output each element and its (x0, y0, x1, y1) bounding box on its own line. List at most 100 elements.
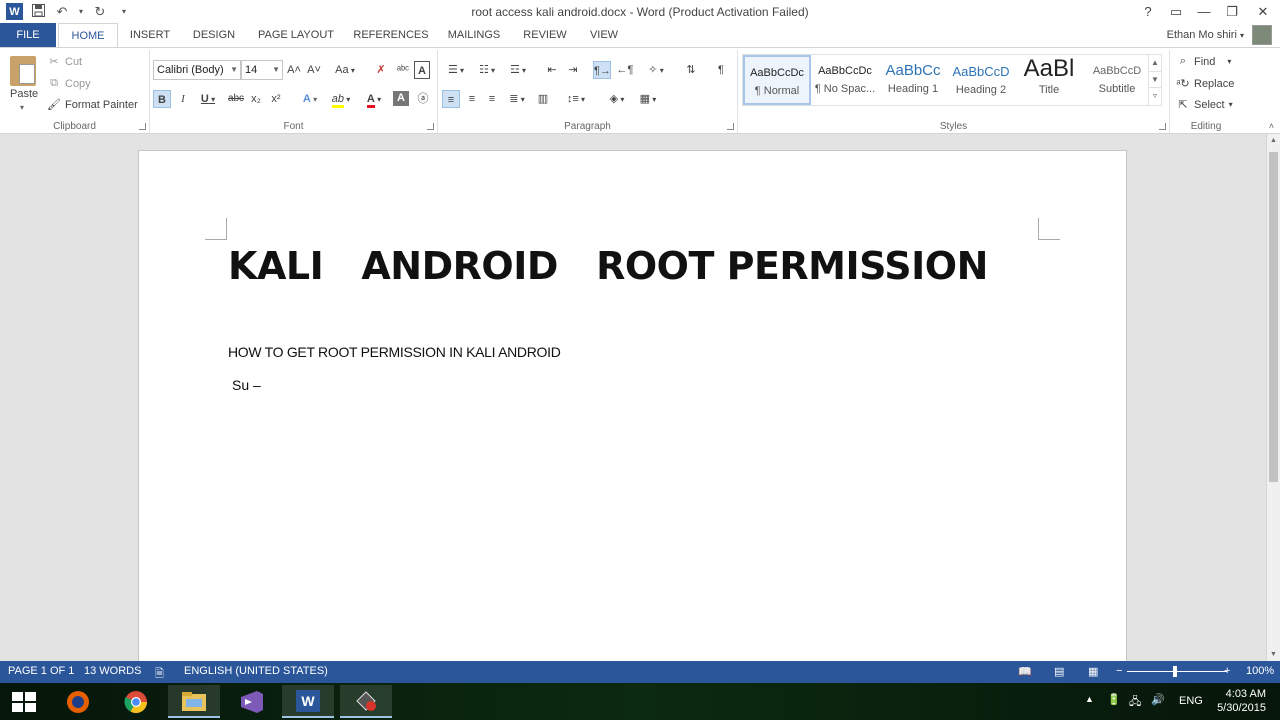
chevron-down-icon[interactable]: ▼ (1270, 651, 1277, 658)
ltr-text-icon[interactable]: ¶→ (593, 61, 611, 79)
restore-button[interactable]: ❐ (1218, 0, 1246, 23)
change-case-button[interactable]: Aa ▾ (331, 61, 359, 79)
tab-mailings[interactable]: MAILINGS (442, 23, 506, 47)
web-layout-icon[interactable]: ▦ (1088, 665, 1098, 678)
chrome-icon[interactable] (110, 685, 162, 718)
document-paragraph[interactable]: Su – (232, 377, 261, 393)
superscript-button[interactable]: x² (268, 90, 284, 108)
tab-design[interactable]: DESIGN (188, 23, 240, 47)
language-status[interactable]: ENGLISH (UNITED STATES) (184, 665, 328, 677)
chevron-down-icon[interactable]: ▼ (230, 61, 238, 79)
minimize-button[interactable]: — (1190, 0, 1218, 23)
file-explorer-icon[interactable] (168, 685, 220, 718)
distributed-icon[interactable]: ▥ (534, 90, 552, 108)
help-icon[interactable]: ? (1134, 0, 1162, 23)
character-border-icon[interactable]: A (414, 61, 430, 79)
word-count[interactable]: 13 WORDS (84, 665, 141, 677)
document-page[interactable]: KALI ANDROID ROOT PERMISSION HOW TO GET … (138, 150, 1127, 670)
windows-start-icon[interactable] (12, 692, 36, 712)
style-normal[interactable]: AaBbCcDc ¶ Normal (743, 55, 811, 105)
chevron-down-icon[interactable]: ▼ (272, 61, 280, 79)
zoom-slider-thumb[interactable] (1173, 666, 1177, 677)
word-taskbar-icon[interactable]: W (282, 685, 334, 718)
dialog-launcher-icon[interactable] (1159, 123, 1166, 130)
chevron-down-icon[interactable]: ▼ (1149, 71, 1161, 87)
subscript-button[interactable]: x₂ (248, 90, 264, 108)
multilevel-list-icon[interactable]: ☲ ▾ (504, 61, 532, 79)
sort-icon[interactable]: ⇅ (682, 61, 700, 79)
style-title[interactable]: AaBl Title (1015, 55, 1083, 105)
print-layout-icon[interactable]: ▤ (1054, 665, 1064, 678)
read-mode-icon[interactable]: 📖 (1018, 665, 1032, 678)
align-right-icon[interactable]: ≡ (483, 90, 501, 108)
increase-indent-icon[interactable]: ⇥ (564, 61, 582, 79)
more-styles-icon[interactable]: ▿ (1149, 87, 1161, 103)
borders-icon[interactable]: ▦ ▾ (634, 90, 662, 108)
phonetic-guide-icon[interactable]: ᵃᵇᶜ (394, 61, 412, 79)
clock[interactable]: 4:03 AM 5/30/2015 (1217, 687, 1266, 715)
zoom-out-button[interactable]: − (1116, 665, 1122, 677)
character-shading-icon[interactable]: A (393, 91, 409, 106)
select-button[interactable]: ⇱ Select ▾ (1176, 98, 1232, 112)
tab-view[interactable]: VIEW (582, 23, 626, 47)
grow-font-button[interactable]: A˄ (286, 61, 302, 79)
numbering-icon[interactable]: ☷ ▾ (473, 61, 501, 79)
font-size-combobox[interactable]: 14 ▼ (241, 60, 283, 80)
style-subtitle[interactable]: AaBbCcD Subtitle (1083, 55, 1151, 105)
input-language[interactable]: ENG (1179, 695, 1203, 707)
justify-icon[interactable]: ≣ ▾ (503, 90, 531, 108)
copy-button[interactable]: ⧉ Copy (47, 77, 91, 90)
line-spacing-icon[interactable]: ↕≡ ▾ (562, 90, 590, 108)
tab-page-layout[interactable]: PAGE LAYOUT (252, 23, 340, 47)
asian-layout-icon[interactable]: ✧ ▾ (642, 61, 670, 79)
ribbon-display-options-icon[interactable]: ▭ (1162, 0, 1190, 23)
style-heading-2[interactable]: AaBbCcD Heading 2 (947, 55, 1015, 105)
visual-studio-icon[interactable] (226, 685, 278, 718)
power-icon[interactable]: 🔋 (1107, 693, 1121, 706)
chevron-up-icon[interactable]: ▲ (1270, 137, 1277, 144)
bold-button[interactable]: B (153, 90, 171, 108)
volume-icon[interactable]: 🔊 (1151, 693, 1165, 706)
chevron-up-icon[interactable]: ▲ (1149, 55, 1161, 71)
show-formatting-marks-icon[interactable]: ¶ (712, 61, 730, 79)
paste-icon[interactable] (10, 56, 36, 86)
tab-references[interactable]: REFERENCES (350, 23, 432, 47)
align-left-icon[interactable]: ≡ (442, 90, 460, 108)
tab-file[interactable]: FILE (0, 23, 56, 47)
network-icon[interactable]: 🖧 (1129, 693, 1141, 712)
document-paragraph[interactable]: HOW TO GET ROOT PERMISSION IN KALI ANDRO… (228, 344, 561, 360)
page-count[interactable]: PAGE 1 OF 1 (8, 665, 74, 677)
rtl-text-icon[interactable]: ←¶ (616, 61, 634, 79)
font-name-combobox[interactable]: Calibri (Body) ▼ (153, 60, 241, 80)
text-effects-button[interactable]: A ▾ (297, 90, 323, 108)
chevron-down-icon[interactable]: ▾ (20, 103, 24, 112)
screen-recorder-icon[interactable] (340, 685, 392, 718)
zoom-level[interactable]: 100% (1246, 665, 1274, 677)
shrink-font-button[interactable]: A˅ (306, 61, 322, 79)
style-heading-1[interactable]: AaBbCc Heading 1 (879, 55, 947, 105)
strikethrough-button[interactable]: abc (226, 90, 246, 108)
enclose-characters-icon[interactable]: ⓐ (414, 90, 432, 108)
collapse-ribbon-icon[interactable]: ˄ (1269, 121, 1274, 131)
dialog-launcher-icon[interactable] (139, 123, 146, 130)
document-heading[interactable]: KALI ANDROID ROOT PERMISSION (228, 244, 988, 288)
highlight-color-button[interactable]: ab ▾ (327, 90, 355, 108)
styles-scrollbar[interactable]: ▲ ▼ ▿ (1148, 55, 1161, 105)
user-account[interactable]: Ethan Mo shiri ▾ (1167, 23, 1244, 48)
dialog-launcher-icon[interactable] (427, 123, 434, 130)
find-button[interactable]: ⌕ Find ▾ (1176, 55, 1232, 68)
dialog-launcher-icon[interactable] (727, 123, 734, 130)
cut-button[interactable]: ✂ Cut (47, 55, 82, 69)
scrollbar-thumb[interactable] (1269, 152, 1278, 482)
font-color-button[interactable]: A ▾ (360, 90, 388, 108)
tab-insert[interactable]: INSERT (124, 23, 176, 47)
align-center-icon[interactable]: ≡ (463, 90, 481, 108)
tab-home[interactable]: HOME (58, 23, 118, 48)
show-hidden-icons-icon[interactable]: ▲ (1085, 694, 1094, 704)
proofing-icon[interactable]: 🗎 (155, 665, 164, 684)
avatar[interactable] (1252, 25, 1272, 45)
shading-icon[interactable]: ◈ ▾ (603, 90, 631, 108)
format-painter-button[interactable]: 🖌 Format Painter (47, 98, 138, 112)
bullets-icon[interactable]: ☰ ▾ (442, 61, 470, 79)
close-button[interactable]: ✕ (1246, 0, 1280, 23)
